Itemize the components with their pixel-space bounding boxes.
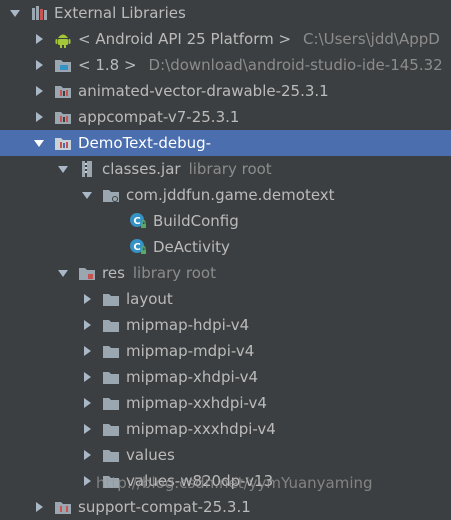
collapse-arrow-icon[interactable] [81,319,93,331]
tree-row-res-folder[interactable]: values [0,442,451,468]
folder-label: mipmap-hdpi-v4 [126,316,250,334]
folder-icon [102,420,120,438]
folder-icon [102,446,120,464]
tree-row-appcompat[interactable]: appcompat-v7-25.3.1 [0,104,451,130]
svg-text:C: C [133,242,140,253]
tree-row-android-api[interactable]: < Android API 25 Platform > C:\Users\jdd… [0,26,451,52]
android-api-path: C:\Users\jdd\AppD [303,30,440,48]
tree-row-res-folder[interactable]: layout [0,286,451,312]
tree-row-res-folder[interactable]: mipmap-xxhdpi-v4 [0,390,451,416]
folder-label: mipmap-xxhdpi-v4 [126,394,267,412]
tree-row-jdk[interactable]: < 1.8 > D:\download\android-studio-ide-1… [0,52,451,78]
folder-label: values [126,446,175,464]
tree-row-buildconfig[interactable]: C BuildConfig [0,208,451,234]
jar-archive-icon [78,160,96,178]
folder-icon [102,316,120,334]
tree-row-external-libraries[interactable]: External Libraries [0,0,451,26]
folder-icon [102,394,120,412]
library-root-hint: library root [188,160,272,178]
res-folder-icon [78,264,96,282]
tree-row-support-compat[interactable]: support-compat-25.3.1 [0,494,451,520]
folder-label: mipmap-mdpi-v4 [126,342,255,360]
tree-row-deactivity[interactable]: C DeActivity [0,234,451,260]
collapse-arrow-icon[interactable] [81,371,93,383]
expand-arrow-icon[interactable] [33,137,45,149]
folder-label: mipmap-xhdpi-v4 [126,368,259,386]
tree-row-demotext-debug[interactable]: DemoText-debug- [0,130,451,156]
folder-icon [102,368,120,386]
tree-row-res-folder[interactable]: mipmap-hdpi-v4 [0,312,451,338]
collapse-arrow-icon[interactable] [81,475,93,487]
external-libraries-label: External Libraries [54,4,186,22]
buildconfig-label: BuildConfig [153,212,239,230]
folder-icon [102,290,120,308]
jdk-folder-icon [54,56,72,74]
folder-icon [102,342,120,360]
folder-label: layout [126,290,173,308]
class-icon: C [129,238,147,256]
classes-jar-label: classes.jar [102,160,181,178]
library-folder-icon [54,498,72,516]
tree-row-classes-jar[interactable]: classes.jar library root [0,156,451,182]
expand-arrow-icon[interactable] [9,7,21,19]
collapse-arrow-icon[interactable] [33,33,45,45]
library-folder-icon [54,108,72,126]
collapse-arrow-icon[interactable] [81,397,93,409]
collapse-arrow-icon[interactable] [33,59,45,71]
package-folder-icon [102,186,120,204]
library-folder-icon [54,134,72,152]
tree-row-animated-vector-drawable[interactable]: animated-vector-drawable-25.3.1 [0,78,451,104]
svg-text:C: C [133,216,140,227]
class-icon: C [129,212,147,230]
collapse-arrow-icon[interactable] [81,449,93,461]
android-api-label: < Android API 25 Platform > [78,30,292,48]
tree-row-res-folder[interactable]: mipmap-xxxhdpi-v4 [0,416,451,442]
library-bars-icon [30,4,48,22]
jdk-path: D:\download\android-studio-ide-145.32 [148,56,443,74]
watermark-text: http://blog.csdn.net/yymYuanyaming [96,474,373,492]
android-robot-icon [54,30,72,48]
deactivity-label: DeActivity [153,238,230,256]
expand-arrow-icon[interactable] [81,189,93,201]
tree-row-res-folder[interactable]: mipmap-xhdpi-v4 [0,364,451,390]
support-compat-label: support-compat-25.3.1 [78,498,251,516]
folder-label: mipmap-xxxhdpi-v4 [126,420,276,438]
expand-arrow-icon[interactable] [57,267,69,279]
appcompat-label: appcompat-v7-25.3.1 [78,108,240,126]
collapse-arrow-icon[interactable] [81,423,93,435]
demotext-debug-label: DemoText-debug- [78,134,212,152]
library-root-hint: library root [132,264,216,282]
animated-vector-drawable-label: animated-vector-drawable-25.3.1 [78,82,329,100]
res-label: res [102,264,125,282]
expand-arrow-icon[interactable] [57,163,69,175]
package-label: com.jddfun.game.demotext [126,186,335,204]
collapse-arrow-icon[interactable] [33,111,45,123]
collapse-arrow-icon[interactable] [81,345,93,357]
jdk-label: < 1.8 > [78,56,137,74]
library-folder-icon [54,82,72,100]
collapse-arrow-icon[interactable] [81,293,93,305]
collapse-arrow-icon[interactable] [33,85,45,97]
tree-row-package[interactable]: com.jddfun.game.demotext [0,182,451,208]
tree-row-res[interactable]: res library root [0,260,451,286]
tree-row-res-folder[interactable]: mipmap-mdpi-v4 [0,338,451,364]
